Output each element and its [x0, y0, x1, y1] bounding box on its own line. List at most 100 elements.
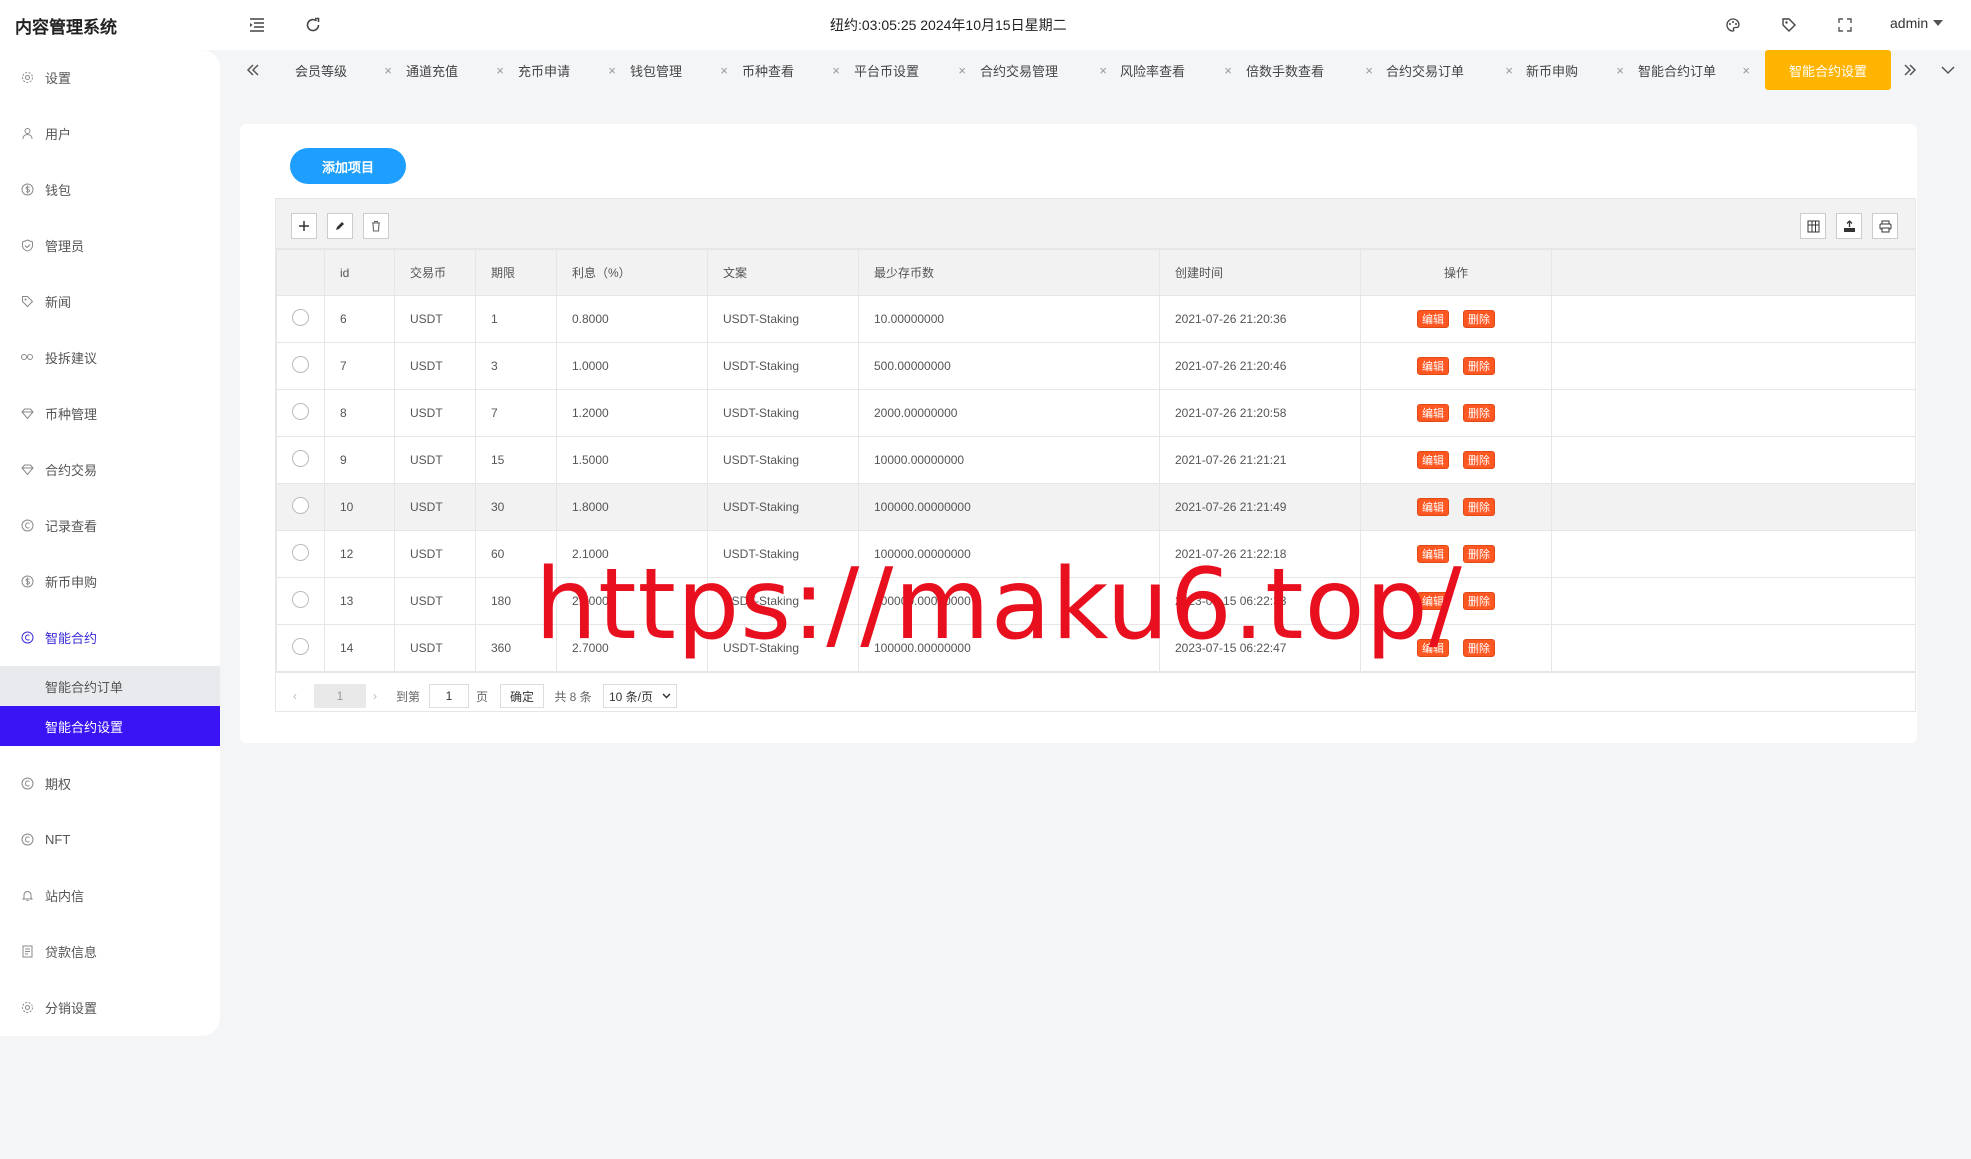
prev-page-icon[interactable]: ‹	[288, 684, 302, 708]
close-icon[interactable]: ×	[720, 63, 728, 78]
current-page[interactable]: 1	[314, 684, 366, 708]
close-icon[interactable]: ×	[1505, 63, 1513, 78]
add-row-icon[interactable]	[291, 213, 317, 239]
tab[interactable]: 合约交易管理 ×	[980, 50, 1107, 90]
cell-term: 3	[475, 342, 557, 390]
tab[interactable]: 新币申购 ×	[1526, 50, 1624, 90]
sidebar-item[interactable]: 新闻	[0, 281, 220, 321]
row-radio[interactable]	[292, 450, 309, 467]
delete-button[interactable]: 删除	[1463, 498, 1495, 516]
theme-palette-icon[interactable]	[1720, 12, 1746, 38]
sidebar-subitem[interactable]: 智能合约设置	[0, 706, 220, 746]
goto-confirm-button[interactable]: 确定	[500, 684, 544, 708]
close-icon[interactable]: ×	[1365, 63, 1373, 78]
table-row[interactable]: 8 USDT 7 1.2000 USDT-Staking 2000.00000000 202…	[276, 389, 1915, 437]
sidebar-item-label: 用户	[45, 126, 72, 142]
edit-button[interactable]: 编辑	[1417, 498, 1449, 516]
sidebar-subitem[interactable]: 智能合约订单	[0, 666, 220, 706]
delete-button[interactable]: 删除	[1463, 592, 1495, 610]
tab[interactable]: 平台币设置 ×	[854, 50, 966, 90]
delete-button[interactable]: 删除	[1463, 310, 1495, 328]
close-icon[interactable]: ×	[496, 63, 504, 78]
sidebar-item[interactable]: 合约交易	[0, 449, 220, 489]
sidebar-item[interactable]: 币种管理	[0, 393, 220, 433]
sidebar-item[interactable]: 分销设置	[0, 987, 220, 1027]
tab[interactable]: 通道充值 ×	[406, 50, 504, 90]
edit-button[interactable]: 编辑	[1417, 310, 1449, 328]
fullscreen-icon[interactable]	[1832, 12, 1858, 38]
sidebar-item[interactable]: 贷款信息	[0, 931, 220, 971]
delete-button[interactable]: 删除	[1463, 639, 1495, 657]
tab[interactable]: 币种查看 ×	[742, 50, 840, 90]
close-icon[interactable]: ×	[832, 63, 840, 78]
tab[interactable]: 智能合约设置	[1765, 50, 1891, 90]
table-row[interactable]: 6 USDT 1 0.8000 USDT-Staking 10.00000000 2021-…	[276, 295, 1915, 343]
tab[interactable]: 会员等级 ×	[295, 50, 392, 90]
delete-button[interactable]: 删除	[1463, 404, 1495, 422]
sidebar-item[interactable]: 设置	[0, 57, 220, 97]
per-page-select[interactable]: 10 条/页	[603, 684, 677, 708]
delete-button[interactable]: 删除	[1463, 451, 1495, 469]
edit-button[interactable]: 编辑	[1417, 451, 1449, 469]
user-menu[interactable]: admin	[1890, 15, 1944, 31]
sidebar-item[interactable]: 记录查看	[0, 505, 220, 545]
tabs-scroll-left-icon[interactable]	[243, 60, 263, 80]
tab[interactable]: 风险率查看 ×	[1120, 50, 1232, 90]
refresh-icon[interactable]	[300, 12, 326, 38]
close-icon[interactable]: ×	[1616, 63, 1624, 78]
tab[interactable]: 充币申请 ×	[518, 50, 616, 90]
edit-button[interactable]: 编辑	[1417, 357, 1449, 375]
edit-pencil-icon[interactable]	[327, 213, 353, 239]
tag-icon[interactable]	[1776, 12, 1802, 38]
tabs-scroll-right-icon[interactable]	[1900, 60, 1920, 80]
menu-collapse-icon[interactable]	[244, 12, 270, 38]
close-icon[interactable]: ×	[608, 63, 616, 78]
row-radio[interactable]	[292, 638, 309, 655]
sidebar-item-label: 币种管理	[45, 406, 98, 422]
table-row[interactable]: 9 USDT 15 1.5000 USDT-Staking 10000.00000000 2…	[276, 436, 1915, 484]
sidebar-item[interactable]: 管理员	[0, 225, 220, 265]
edit-button[interactable]: 编辑	[1417, 404, 1449, 422]
row-radio[interactable]	[292, 403, 309, 420]
sidebar-item[interactable]: 投拆建议	[0, 337, 220, 377]
next-page-icon[interactable]: ›	[368, 684, 382, 708]
print-icon[interactable]	[1872, 213, 1898, 239]
row-radio[interactable]	[292, 356, 309, 373]
circle-c-icon	[20, 630, 34, 644]
tab[interactable]: 钱包管理 ×	[630, 50, 728, 90]
column-header: 期限	[475, 249, 557, 296]
close-icon[interactable]: ×	[384, 63, 392, 78]
add-item-button[interactable]: 添加项目	[290, 148, 406, 184]
sidebar-item[interactable]: 站内信	[0, 875, 220, 915]
sidebar-item[interactable]: 智能合约	[0, 617, 220, 657]
goto-page-input[interactable]: 1	[429, 684, 469, 708]
cell-id: 10	[324, 483, 395, 531]
table-row[interactable]: 7 USDT 3 1.0000 USDT-Staking 500.00000000 2021…	[276, 342, 1915, 390]
sidebar-item[interactable]: 期权	[0, 763, 220, 803]
close-icon[interactable]: ×	[1224, 63, 1232, 78]
row-radio[interactable]	[292, 309, 309, 326]
columns-filter-icon[interactable]	[1800, 213, 1826, 239]
cell-coin: USDT	[394, 295, 476, 343]
delete-button[interactable]: 删除	[1463, 357, 1495, 375]
sidebar-item[interactable]: 用户	[0, 113, 220, 153]
tab[interactable]: 倍数手数查看 ×	[1246, 50, 1373, 90]
row-radio[interactable]	[292, 591, 309, 608]
row-radio[interactable]	[292, 544, 309, 561]
sidebar-item[interactable]: 新币申购	[0, 561, 220, 601]
close-icon[interactable]: ×	[958, 63, 966, 78]
delete-button[interactable]: 删除	[1463, 545, 1495, 563]
tab[interactable]: 合约交易订单 ×	[1386, 50, 1513, 90]
tab[interactable]: 智能合约订单 ×	[1638, 50, 1750, 90]
row-radio[interactable]	[292, 497, 309, 514]
column-header: 最少存币数	[858, 249, 1160, 296]
export-icon[interactable]	[1836, 213, 1862, 239]
sidebar-item[interactable]: NFT	[0, 819, 220, 859]
trash-icon[interactable]	[363, 213, 389, 239]
tabs-dropdown-icon[interactable]	[1938, 60, 1958, 80]
table-row[interactable]: 10 USDT 30 1.8000 USDT-Staking 100000.0000000…	[276, 483, 1915, 531]
close-icon[interactable]: ×	[1742, 63, 1750, 78]
close-icon[interactable]: ×	[1099, 63, 1107, 78]
sidebar-item[interactable]: 钱包	[0, 169, 220, 209]
total-count: 共 8 条	[554, 689, 592, 704]
